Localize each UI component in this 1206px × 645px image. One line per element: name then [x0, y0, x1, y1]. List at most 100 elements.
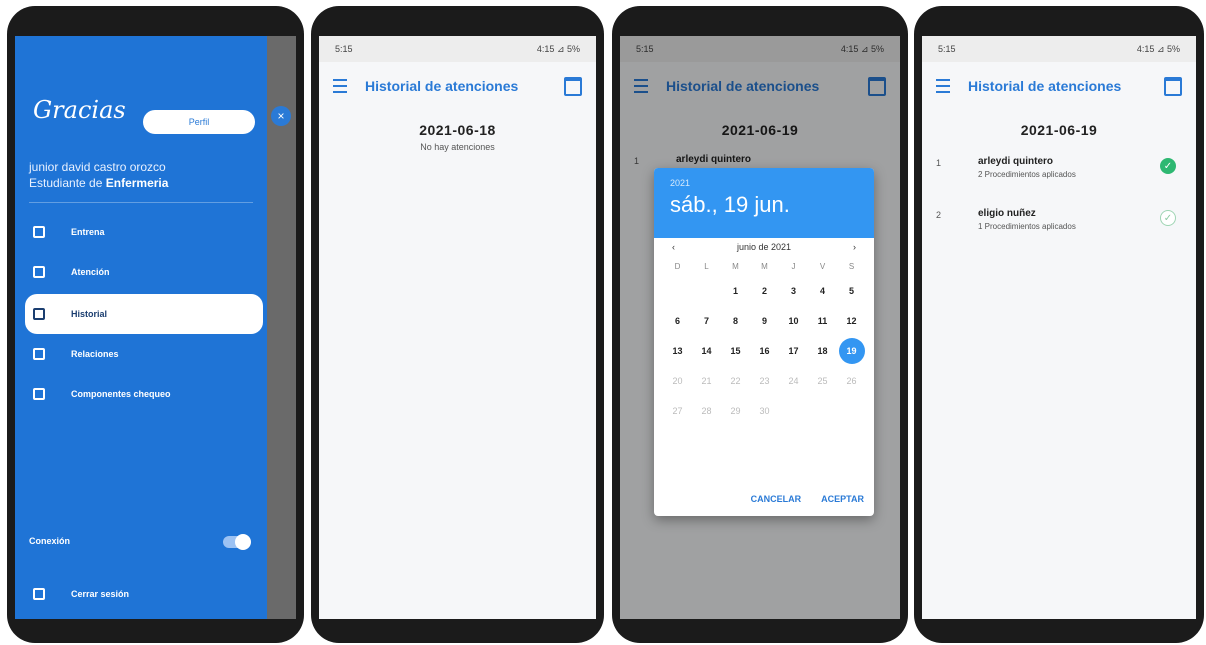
logout-icon	[33, 588, 45, 600]
list-item[interactable]: 1 arleydi quintero 2 Procedimientos apli…	[922, 156, 1196, 198]
calendar-day[interactable]: 28	[692, 396, 721, 426]
calendar-day[interactable]: 24	[779, 366, 808, 396]
dialog-selected-date: sáb., 19 jun.	[670, 192, 790, 217]
calendar-day[interactable]: 3	[779, 276, 808, 306]
status-bar: 5:15 4:15 ⊿ 5%	[319, 36, 596, 62]
menu-item-historial[interactable]: Historial	[25, 294, 263, 334]
procedures-detail: 1 Procedimientos aplicados	[978, 222, 1076, 231]
dialog-year[interactable]: 2021	[670, 178, 858, 188]
date-picker-dialog: 2021 sáb., 19 jun. ‹ junio de 2021 › DLM…	[654, 168, 874, 516]
calendar-day[interactable]: 22	[721, 366, 750, 396]
screen-history-list: 5:15 4:15 ⊿ 5% Historial de atenciones 2…	[922, 36, 1196, 619]
app-bar: Historial de atenciones	[319, 62, 596, 110]
calendar-day[interactable]: 10	[779, 306, 808, 336]
calendar-day[interactable]: 1	[721, 276, 750, 306]
patient-name: arleydi quintero	[978, 156, 1054, 167]
menu-label: Entrena	[71, 227, 105, 237]
profile-button[interactable]: Perfil	[143, 110, 255, 134]
status-time: 5:15	[938, 44, 956, 54]
accept-button[interactable]: ACEPTAR	[821, 494, 864, 504]
check-circle-icon: ✓	[1160, 158, 1176, 174]
logout-item[interactable]: Cerrar sesión	[25, 576, 263, 612]
calendar-day[interactable]: 15	[721, 336, 750, 366]
status-bar: 5:15 4:15 ⊿ 5%	[922, 36, 1196, 62]
weekday-label: M	[732, 261, 739, 271]
close-drawer-button[interactable]: ×	[271, 106, 291, 126]
calendar-day[interactable]: 9	[750, 306, 779, 336]
connection-toggle[interactable]	[223, 534, 251, 550]
calendar-day[interactable]: 18	[808, 336, 837, 366]
empty-message: No hay atenciones	[420, 142, 495, 152]
calendar-day[interactable]: 11	[808, 306, 837, 336]
history-icon	[33, 308, 45, 320]
prev-month-button[interactable]: ‹	[672, 242, 675, 252]
menu-label: Atención	[71, 267, 110, 277]
menu-item-atencion[interactable]: Atención	[25, 254, 263, 290]
navigation-drawer: Gracias Perfil junior david castro orozc…	[15, 36, 267, 619]
calendar-day[interactable]: 21	[692, 366, 721, 396]
menu-label: Componentes chequeo	[71, 389, 171, 399]
person-icon	[33, 266, 45, 278]
calendar-day[interactable]: 4	[808, 276, 837, 306]
month-label: junio de 2021	[736, 242, 792, 252]
calendar-day[interactable]: 27	[663, 396, 692, 426]
logout-label: Cerrar sesión	[71, 589, 130, 599]
weekday-label: L	[704, 261, 709, 271]
calendar-day[interactable]: 19	[837, 336, 866, 366]
phone-2: 5:15 4:15 ⊿ 5% Historial de atenciones 2…	[311, 6, 604, 643]
calendar-icon[interactable]	[564, 76, 582, 96]
user-name: junior david castro orozco	[29, 160, 166, 174]
screen-drawer: 5:15 4:15 ⊿ 5% Gracias Perfil junior dav…	[15, 36, 296, 619]
calendar-day[interactable]: 16	[750, 336, 779, 366]
cancel-button[interactable]: CANCELAR	[751, 494, 802, 504]
menu-item-relaciones[interactable]: Relaciones	[25, 336, 263, 372]
selected-date: 2021-06-18	[419, 122, 496, 138]
menu-icon[interactable]	[333, 79, 347, 93]
calendar-day[interactable]: 12	[837, 306, 866, 336]
app-logo: Gracias	[33, 96, 126, 124]
weekday-label: V	[819, 261, 826, 271]
calendar-day[interactable]: 23	[750, 366, 779, 396]
calendar-icon	[33, 226, 45, 238]
menu-item-entrena[interactable]: Entrena	[25, 214, 263, 250]
calendar-day[interactable]: 25	[808, 366, 837, 396]
calendar-day[interactable]: 2	[750, 276, 779, 306]
role-prefix: Estudiante de	[29, 176, 103, 190]
app-bar: Historial de atenciones	[922, 62, 1196, 110]
menu-icon[interactable]	[936, 79, 950, 93]
selected-day[interactable]: 19	[838, 338, 865, 364]
calendar-day[interactable]: 7	[692, 306, 721, 336]
role-bold: Enfermeria	[105, 176, 169, 190]
user-role: Estudiante de Enfermeria	[29, 176, 168, 190]
calendar-day[interactable]: 5	[837, 276, 866, 306]
selected-date: 2021-06-19	[1020, 122, 1098, 138]
page-title: Historial de atenciones	[365, 78, 519, 94]
page-title: Historial de atenciones	[968, 78, 1122, 94]
row-number: 1	[936, 158, 942, 168]
menu-item-componentes[interactable]: Componentes chequeo	[25, 376, 263, 412]
check-outline-icon: ✓	[1160, 210, 1176, 226]
menu-label: Historial	[71, 309, 108, 319]
calendar-day[interactable]: 14	[692, 336, 721, 366]
calendar-day[interactable]: 8	[721, 306, 750, 336]
calendar-day[interactable]: 13	[663, 336, 692, 366]
list-item[interactable]: 2 eligio nuñez 1 Procedimientos aplicado…	[922, 208, 1196, 250]
calendar-blank	[808, 396, 837, 426]
calendar-day[interactable]: 17	[779, 336, 808, 366]
calendar-day[interactable]: 6	[663, 306, 692, 336]
calendar-icon[interactable]	[1164, 76, 1182, 96]
calendar-blank	[837, 396, 866, 426]
weekday-label: S	[848, 261, 855, 271]
calendar-blank	[779, 396, 808, 426]
calendar-blank	[692, 276, 721, 306]
status-right: 4:15 ⊿ 5%	[536, 43, 580, 54]
weekday-label: M	[761, 261, 768, 271]
calendar-day[interactable]: 30	[750, 396, 779, 426]
next-month-button[interactable]: ›	[853, 242, 856, 252]
relations-icon	[33, 348, 45, 360]
phone-3: 5:15 4:15 ⊿ 5% Historial de atenciones 2…	[612, 6, 908, 643]
calendar-day[interactable]: 29	[721, 396, 750, 426]
checklist-icon	[33, 388, 45, 400]
calendar-day[interactable]: 20	[663, 366, 692, 396]
calendar-day[interactable]: 26	[837, 366, 866, 396]
